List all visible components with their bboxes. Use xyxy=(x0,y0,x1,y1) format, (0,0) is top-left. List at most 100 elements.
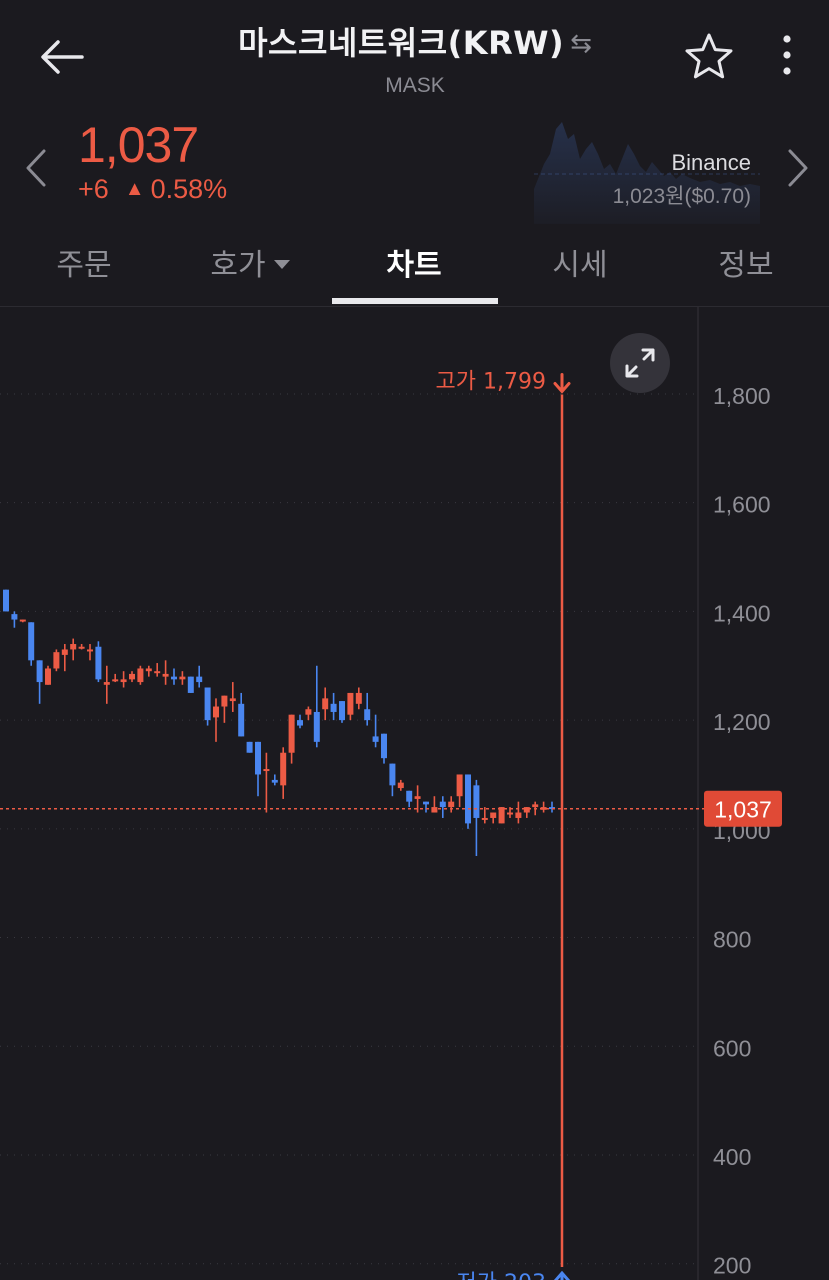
more-menu-button[interactable] xyxy=(770,30,804,84)
price-summary: 1,037 +6 ▲ 0.58% Binance 1,023원($0.70) xyxy=(0,110,829,225)
candle-body xyxy=(255,741,261,775)
tab-trades[interactable]: 시세 xyxy=(538,240,622,290)
exchange-name: Binance xyxy=(671,150,751,175)
arrow-down-icon xyxy=(553,373,571,394)
current-price: 1,037 xyxy=(78,117,199,173)
candle-body xyxy=(229,698,236,702)
y-tick-label: 1,800 xyxy=(713,383,771,409)
candle-body xyxy=(246,741,253,753)
candle-body xyxy=(414,796,421,799)
candle-body xyxy=(11,614,18,620)
candle-body xyxy=(221,695,228,707)
candle-body xyxy=(95,646,102,680)
candle-body xyxy=(456,774,463,797)
tab-orderbook[interactable]: 호가 xyxy=(190,240,310,290)
current-price-tag-label: 1,037 xyxy=(714,797,772,823)
tab-chart[interactable]: 차트 xyxy=(372,240,456,290)
exchange-price: 1,023원($0.70) xyxy=(612,185,751,208)
candle-body xyxy=(288,714,295,753)
candle-body xyxy=(238,703,245,737)
candle-body xyxy=(280,752,287,786)
more-vertical-icon xyxy=(783,35,791,75)
candle-body xyxy=(507,812,513,815)
back-button[interactable] xyxy=(34,30,88,84)
candle-body xyxy=(515,812,522,818)
candle-body xyxy=(322,698,329,710)
candle-body xyxy=(364,709,371,721)
candle-body xyxy=(263,769,270,772)
arrow-up-icon xyxy=(553,1270,571,1280)
coin-title: 마스크네트워크(KRW) xyxy=(238,24,565,62)
active-tab-indicator xyxy=(332,298,498,304)
candle-body xyxy=(129,673,135,680)
candle-body xyxy=(423,801,429,805)
candle-body xyxy=(305,709,312,715)
candle-body xyxy=(61,649,68,655)
candle-body xyxy=(36,660,43,683)
star-outline-icon xyxy=(685,33,733,79)
candle-body xyxy=(297,720,303,726)
favorite-button[interactable] xyxy=(682,30,736,84)
y-tick-label: 1,600 xyxy=(713,492,771,518)
tab-orderbook-label: 호가 xyxy=(210,248,266,283)
candle-body xyxy=(162,673,169,677)
candle-body xyxy=(532,804,539,808)
candle-body xyxy=(28,622,35,661)
candle-body xyxy=(78,646,85,649)
candle-body xyxy=(465,774,471,824)
high-label: 고가 1,799 xyxy=(436,370,546,395)
candle-body xyxy=(179,676,186,680)
candle-body xyxy=(120,679,127,683)
change-percent: 0.58% xyxy=(150,174,228,204)
candle-body xyxy=(448,801,455,808)
previous-coin-button[interactable] xyxy=(18,145,54,191)
arrow-left-icon xyxy=(41,40,84,74)
y-tick-label: 400 xyxy=(713,1144,751,1170)
tab-bar: 주문 호가 차트 시세 정보 xyxy=(0,226,829,307)
tab-info[interactable]: 정보 xyxy=(704,240,788,290)
title-block: 마스크네트워크(KRW) ⇆ MASK xyxy=(180,18,650,98)
candle-body xyxy=(19,619,26,622)
low-label: 저가 203 xyxy=(457,1271,546,1280)
candle-body xyxy=(355,692,362,704)
candle-body xyxy=(3,589,9,612)
candle-body xyxy=(70,644,77,650)
candle-body xyxy=(112,679,119,682)
chevron-left-icon xyxy=(26,149,46,187)
candle-body xyxy=(372,736,379,742)
up-triangle-icon: ▲ xyxy=(124,178,145,200)
candle-body xyxy=(473,785,480,818)
swap-arrows-icon[interactable]: ⇆ xyxy=(570,29,592,59)
candle-body xyxy=(187,676,194,693)
expand-chart-button[interactable] xyxy=(610,333,670,393)
tab-order[interactable]: 주문 xyxy=(42,240,126,290)
price-change: +6 ▲ 0.58% xyxy=(78,174,227,205)
candle-body xyxy=(53,652,60,669)
candle-body xyxy=(154,671,161,674)
candlestick-chart[interactable]: 1,8001,6001,4001,2001,000800600400200고가 … xyxy=(0,307,829,1280)
caret-down-icon xyxy=(273,260,290,269)
candle-body xyxy=(137,668,144,683)
candle-body xyxy=(347,692,354,715)
expand-arrows-icon xyxy=(625,348,655,378)
candle-body xyxy=(397,782,404,789)
candle-body xyxy=(523,807,530,813)
candle-body xyxy=(171,676,177,680)
candle-body xyxy=(498,807,505,824)
candle-body xyxy=(103,682,110,685)
chevron-right-icon xyxy=(788,149,808,187)
candle-body xyxy=(389,763,396,786)
coin-title-row[interactable]: 마스크네트워크(KRW) ⇆ xyxy=(180,18,650,64)
candle-body xyxy=(313,711,320,742)
candle-body xyxy=(439,801,446,808)
change-amount: +6 xyxy=(78,174,109,204)
next-coin-button[interactable] xyxy=(780,145,816,191)
y-tick-label: 200 xyxy=(713,1253,751,1279)
candle-body xyxy=(196,676,203,683)
y-tick-label: 1,400 xyxy=(713,600,771,626)
candle-body xyxy=(381,733,387,759)
y-tick-label: 1,200 xyxy=(713,709,771,735)
y-tick-label: 800 xyxy=(713,927,751,953)
candle-body xyxy=(339,701,345,721)
coin-symbol: MASK xyxy=(385,74,445,97)
